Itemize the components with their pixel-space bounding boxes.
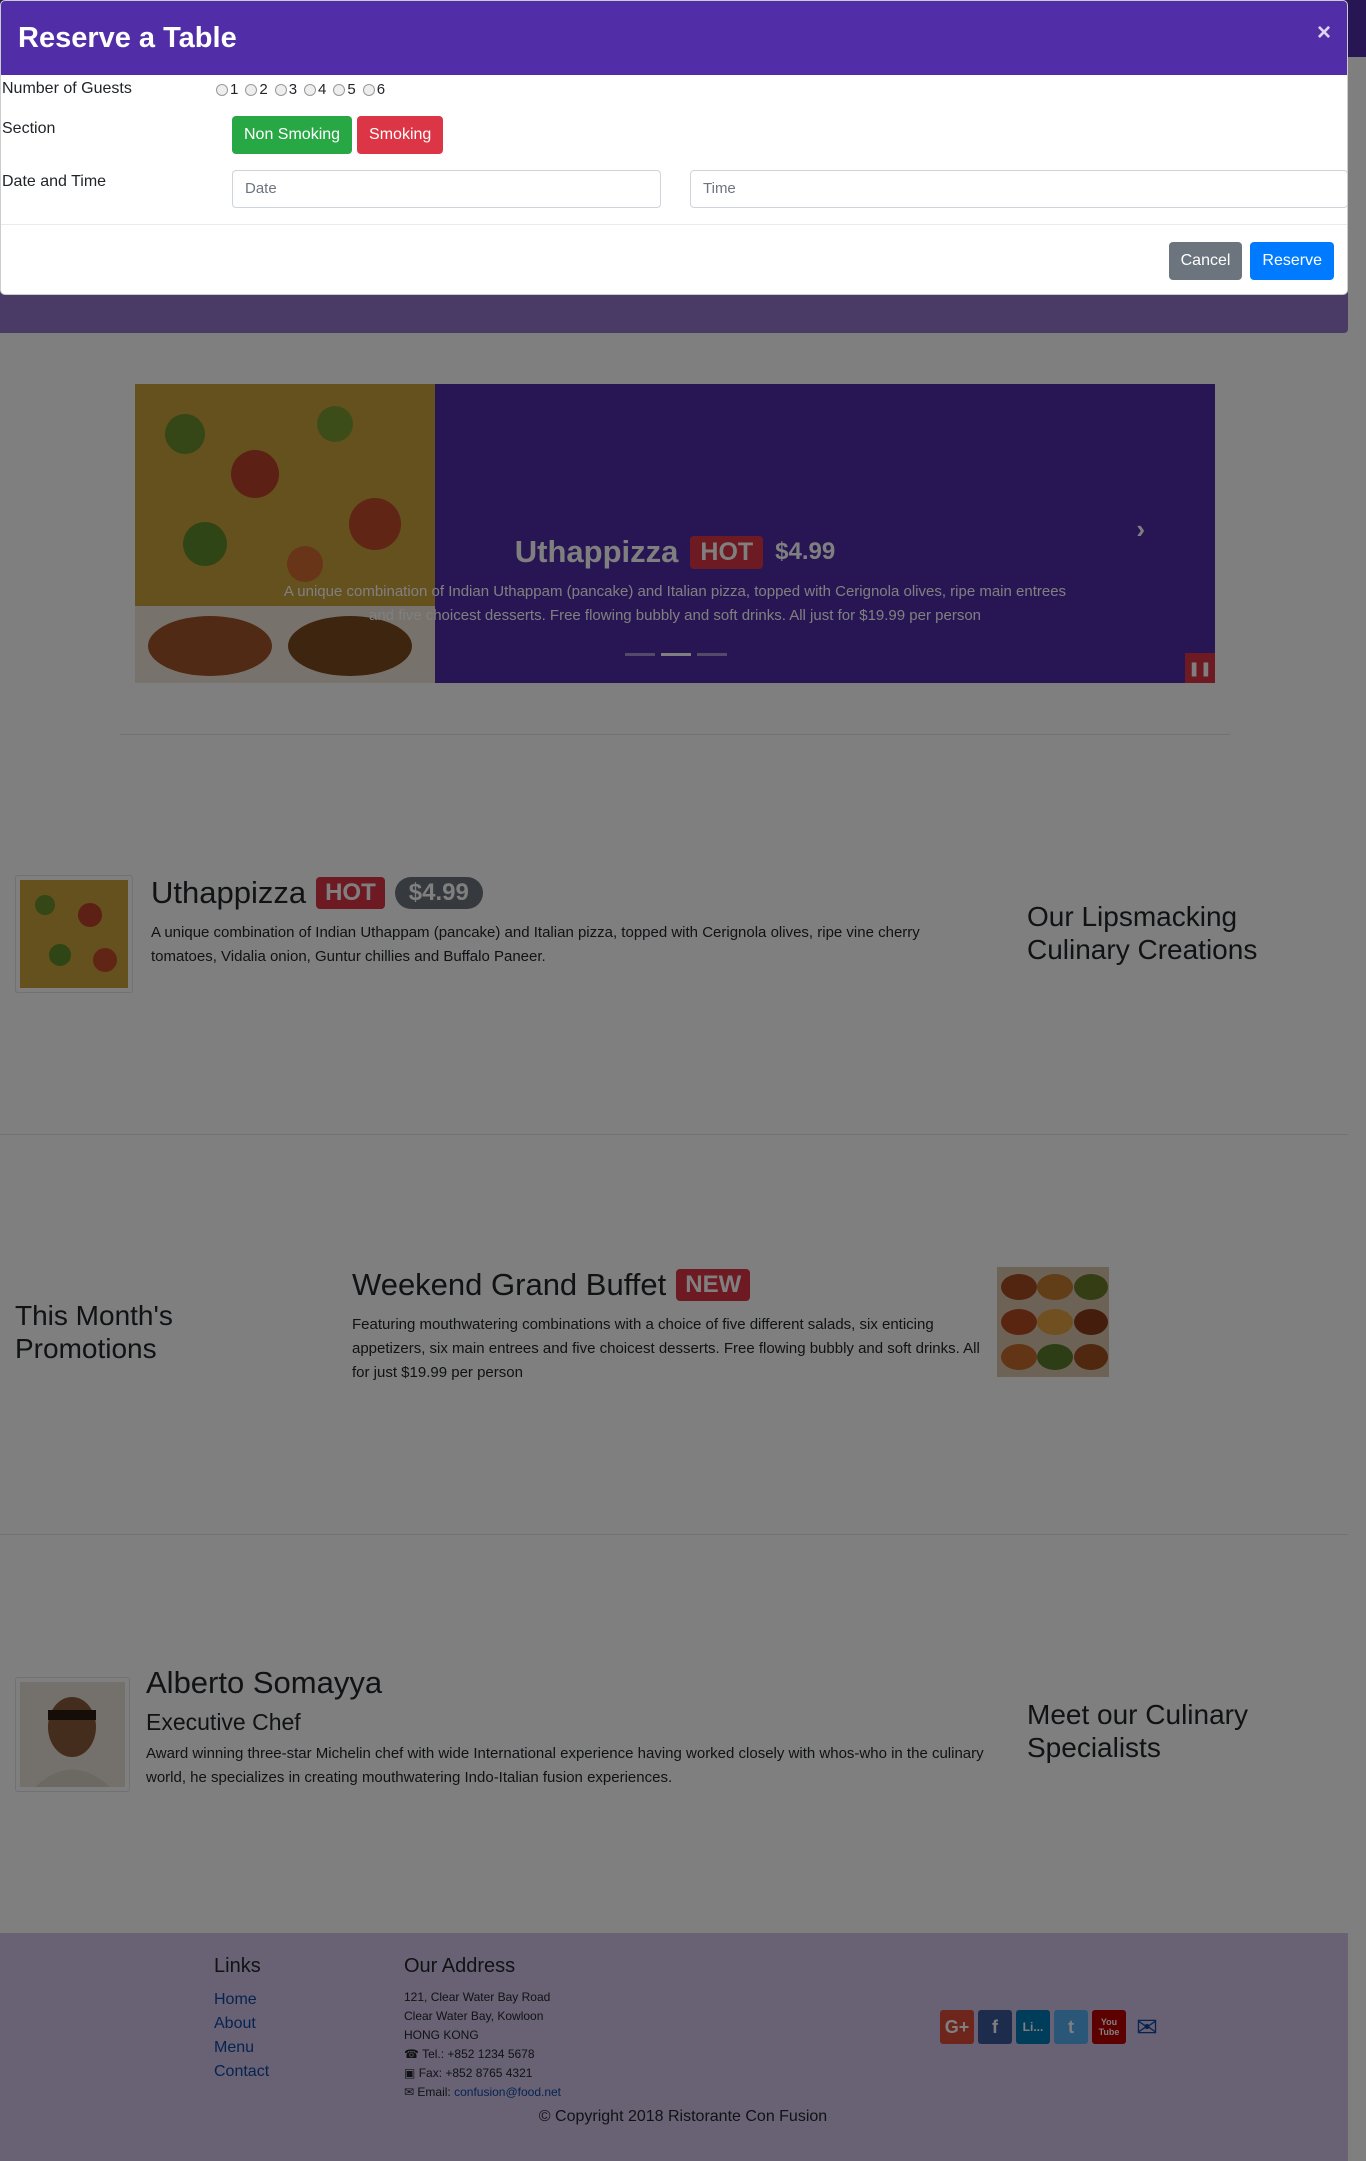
guest-radio-3[interactable]: [274, 83, 287, 96]
time-input[interactable]: Time: [690, 170, 1347, 208]
modal-backdrop[interactable]: [0, 0, 1366, 2161]
close-icon[interactable]: ×: [1317, 19, 1331, 47]
modal-footer: Cancel Reserve: [1, 224, 1347, 294]
guest-radio-4[interactable]: [304, 83, 317, 96]
guest-radio-6[interactable]: [362, 83, 375, 96]
section-label: Section: [2, 120, 56, 137]
guest-option-label: 6: [376, 81, 386, 98]
guest-option-label: 4: [318, 81, 327, 98]
guest-option-label: 2: [259, 81, 268, 98]
guest-radio-2[interactable]: [245, 83, 258, 96]
guests-row: Number of Guests 1 2 3 4 5 6: [1, 75, 1347, 105]
datetime-row: Date and Time Date Time: [1, 170, 1347, 210]
guest-radio-5[interactable]: [333, 83, 346, 96]
guest-option-label: 5: [347, 81, 356, 98]
modal-title: Reserve a Table: [18, 21, 237, 54]
non-smoking-button[interactable]: Non Smoking: [232, 116, 353, 154]
cancel-button[interactable]: Cancel: [1168, 242, 1243, 280]
section-button-group: Non Smoking Smoking: [232, 116, 444, 154]
guest-radio-1[interactable]: [216, 83, 228, 96]
reserve-button[interactable]: Reserve: [1250, 242, 1334, 280]
guest-option-label: 3: [288, 81, 298, 98]
date-input[interactable]: Date: [232, 170, 661, 208]
smoking-button[interactable]: Smoking: [357, 116, 444, 154]
datetime-label: Date and Time: [2, 173, 107, 190]
reserve-table-modal: Reserve a Table × Number of Guests 1 2 3…: [0, 0, 1348, 295]
guests-radio-group: 1 2 3 4 5 6: [216, 81, 392, 98]
modal-header: Reserve a Table ×: [1, 1, 1347, 75]
section-row: Section Non Smoking Smoking: [1, 116, 1347, 156]
guests-label: Number of Guests: [2, 80, 132, 97]
guest-option-label: 1: [230, 81, 239, 98]
